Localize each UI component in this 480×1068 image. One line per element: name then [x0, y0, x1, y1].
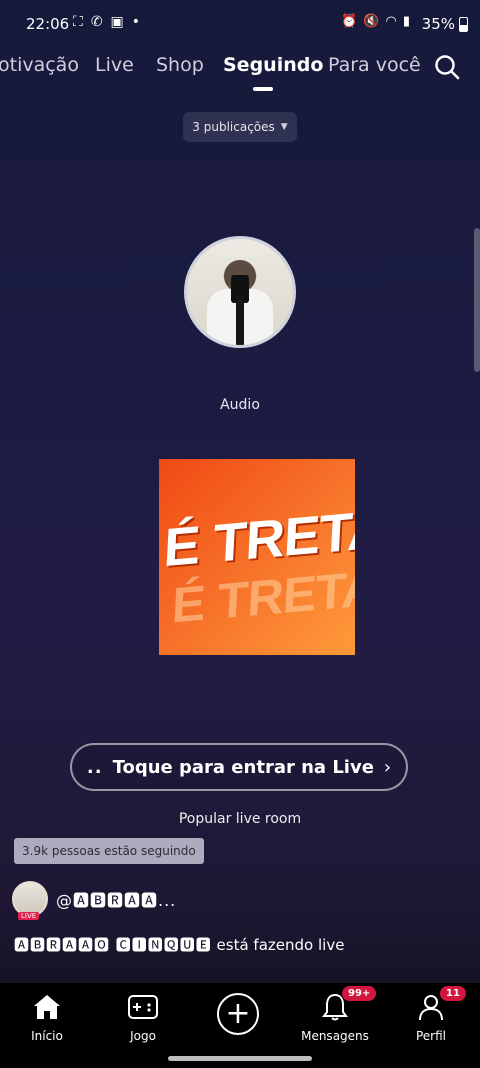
- battery-icon: [459, 16, 468, 32]
- live-cover-image[interactable]: É TRETA! É TRETA!: [159, 459, 355, 655]
- caret-down-icon: ▼: [280, 122, 288, 132]
- tab-live[interactable]: Live: [95, 54, 134, 76]
- enter-live-label: Toque para entrar na Live: [112, 756, 374, 778]
- caption-username[interactable]: 🅰🅱🆁🅰🅰🅾 🅲🅸🅽🆀🆄🅴: [14, 936, 212, 954]
- audio-label: Audio: [220, 397, 260, 413]
- live-tag: LIVE: [18, 912, 40, 920]
- live-caption: 🅰🅱🆁🅰🅰🅾 🅲🅸🅽🆀🆄🅴 está fazendo live: [14, 934, 344, 955]
- publications-selector[interactable]: 3 publicações ▼: [183, 112, 297, 142]
- dot-icon: •: [131, 14, 141, 30]
- plus-icon: +: [225, 996, 251, 1031]
- tab-para-voce[interactable]: Para você: [328, 54, 421, 76]
- alarm-icon: ⏰: [341, 14, 358, 29]
- create-button[interactable]: +: [217, 993, 259, 1035]
- signal-icon: ▮: [402, 14, 410, 29]
- nav-messages-label: Mensagens: [301, 1029, 369, 1043]
- whatsapp-icon: ✆: [90, 14, 103, 30]
- home-indicator[interactable]: [168, 1056, 312, 1061]
- user-avatar[interactable]: LIVE: [12, 881, 48, 920]
- publications-label: 3 publicações: [192, 120, 275, 134]
- status-bar: 22:06 ⛶ ✆ ▣ • ⏰ 🔇 ◠ ▮ 35%: [0, 0, 480, 50]
- popular-live-label: Popular live room: [178, 811, 302, 827]
- tab-shop[interactable]: Shop: [156, 54, 204, 76]
- nav-home[interactable]: Início: [7, 991, 87, 1043]
- enter-live-button[interactable]: .. Toque para entrar na Live ›: [70, 743, 408, 791]
- top-tabs: otivação Live Shop Seguindo Para você: [0, 52, 480, 92]
- game-controller-icon: [128, 995, 158, 1019]
- screenshot-icon: ⛶: [73, 14, 83, 30]
- messages-badge: 99+: [342, 986, 377, 1001]
- search-icon[interactable]: [434, 54, 460, 80]
- wifi-icon: ◠: [385, 14, 397, 29]
- active-tab-indicator: [253, 87, 273, 91]
- followers-badge: 3.9k pessoas estão seguindo: [14, 838, 204, 864]
- scroll-indicator[interactable]: [474, 228, 480, 372]
- nav-profile-label: Perfil: [415, 1029, 447, 1043]
- nav-home-label: Início: [31, 1029, 63, 1043]
- user-row[interactable]: LIVE @🅰🅱🆁🅰🅰...: [12, 881, 176, 920]
- live-dots-icon: ..: [86, 756, 103, 778]
- home-icon: [34, 995, 60, 1019]
- profile-badge: 11: [440, 986, 466, 1001]
- battery-percent: 35%: [421, 15, 455, 33]
- tab-seguindo[interactable]: Seguindo: [223, 54, 323, 76]
- host-avatar[interactable]: [184, 236, 296, 348]
- nav-game[interactable]: Jogo: [103, 991, 183, 1043]
- gallery-icon: ▣: [110, 14, 124, 30]
- chevron-right-icon: ›: [383, 756, 392, 778]
- user-handle[interactable]: @🅰🅱🆁🅰🅰...: [56, 887, 176, 911]
- mute-icon: 🔇: [363, 14, 380, 29]
- caption-text: está fazendo live: [211, 936, 345, 954]
- nav-game-label: Jogo: [130, 1029, 156, 1043]
- status-time: 22:06: [26, 15, 70, 33]
- tab-motivacao[interactable]: otivação: [0, 54, 79, 76]
